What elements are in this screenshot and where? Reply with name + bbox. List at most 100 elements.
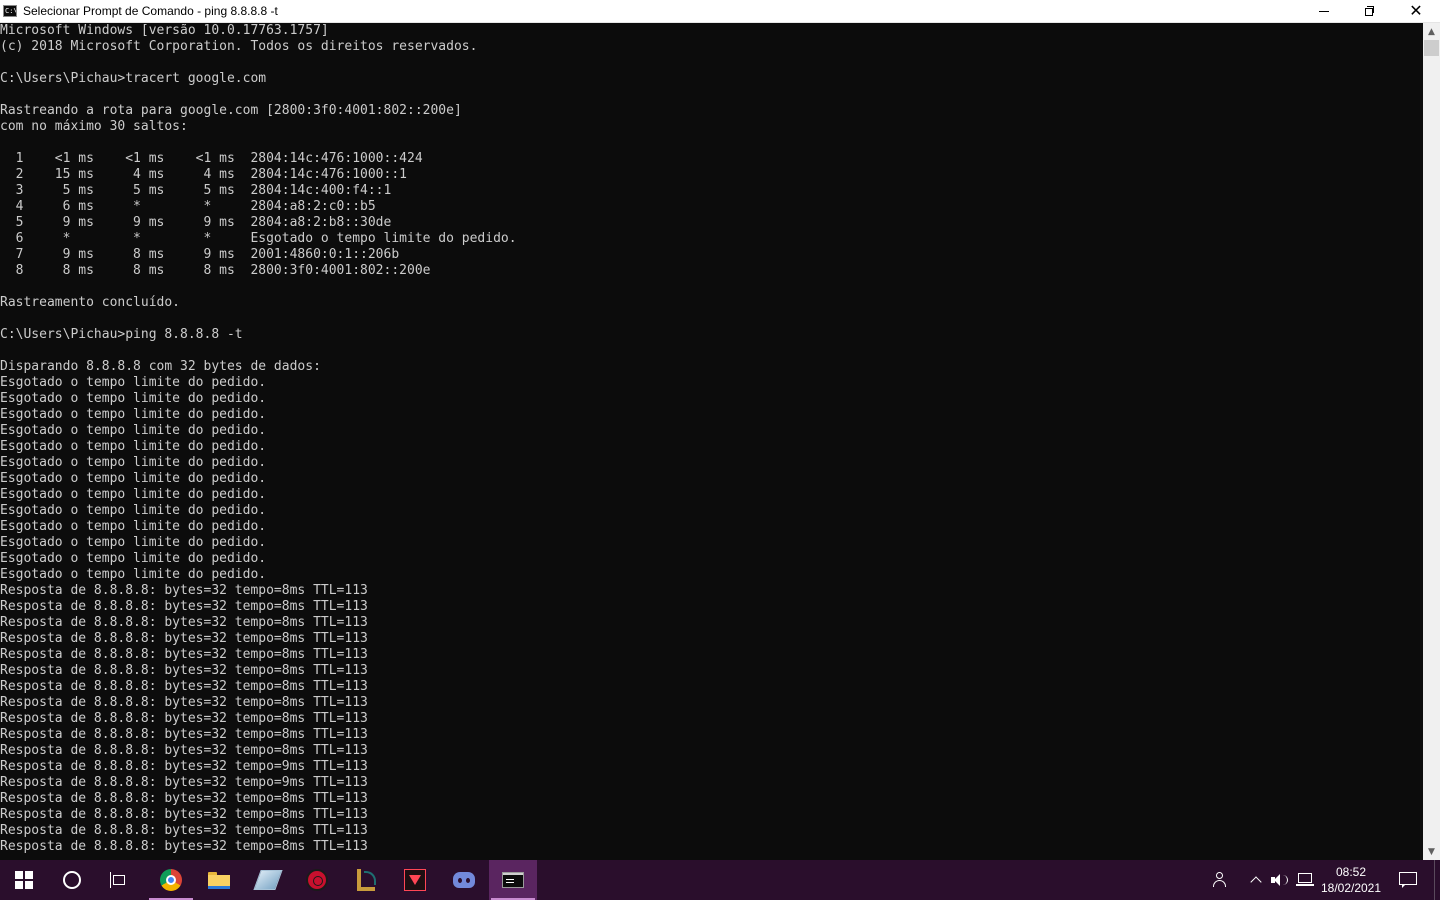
title-bar[interactable]: C:\ Selecionar Prompt de Comando - ping … bbox=[0, 0, 1440, 23]
restore-button[interactable] bbox=[1347, 0, 1393, 22]
console-line: Esgotado o tempo limite do pedido. bbox=[0, 391, 267, 406]
console-line: Esgotado o tempo limite do pedido. bbox=[0, 455, 267, 470]
folder-icon bbox=[208, 871, 230, 889]
console-line: Resposta de 8.8.8.8: bytes=32 tempo=8ms … bbox=[0, 615, 368, 630]
search-icon bbox=[63, 871, 81, 889]
console-line: Esgotado o tempo limite do pedido. bbox=[0, 423, 267, 438]
windows-logo-icon bbox=[15, 871, 33, 889]
console-line: 2 15 ms 4 ms 4 ms 2804:14c:476:1000::1 bbox=[0, 167, 407, 182]
console-line: Resposta de 8.8.8.8: bytes=32 tempo=8ms … bbox=[0, 791, 368, 806]
cmd-icon[interactable]: C:\ bbox=[3, 5, 17, 17]
console-line: C:\Users\Pichau>tracert google.com bbox=[0, 71, 267, 86]
console-line: Resposta de 8.8.8.8: bytes=32 tempo=8ms … bbox=[0, 663, 368, 678]
console-line: Esgotado o tempo limite do pedido. bbox=[0, 471, 267, 486]
console-line: Resposta de 8.8.8.8: bytes=32 tempo=8ms … bbox=[0, 647, 368, 662]
clock[interactable]: 08:52 18/02/2021 bbox=[1318, 860, 1384, 900]
console-line: Esgotado o tempo limite do pedido. bbox=[0, 567, 267, 582]
search-button[interactable] bbox=[48, 860, 96, 900]
console-line: Resposta de 8.8.8.8: bytes=32 tempo=8ms … bbox=[0, 583, 368, 598]
console-line: Resposta de 8.8.8.8: bytes=32 tempo=8ms … bbox=[0, 823, 368, 838]
taskbar-valorant[interactable] bbox=[391, 860, 439, 900]
chevron-up-icon bbox=[1251, 875, 1261, 885]
action-center-button[interactable] bbox=[1392, 860, 1424, 900]
console-line: Esgotado o tempo limite do pedido. bbox=[0, 487, 267, 502]
console-line: Esgotado o tempo limite do pedido. bbox=[0, 439, 267, 454]
scroll-down-arrow-icon[interactable]: ▼ bbox=[1423, 843, 1440, 860]
taskbar-chrome[interactable] bbox=[147, 860, 195, 900]
vertical-scrollbar[interactable]: ▲ ▼ bbox=[1423, 23, 1440, 860]
console-line: Microsoft Windows [versão 10.0.17763.175… bbox=[0, 23, 329, 38]
console-line: 7 9 ms 8 ms 9 ms 2001:4860:0:1::206b bbox=[0, 247, 400, 262]
show-hidden-icons-button[interactable] bbox=[1244, 860, 1268, 900]
console-line: Rastreando a rota para google.com [2800:… bbox=[0, 103, 462, 118]
task-view-button[interactable] bbox=[96, 860, 144, 900]
volume-button[interactable] bbox=[1268, 860, 1292, 900]
console-line: Resposta de 8.8.8.8: bytes=32 tempo=8ms … bbox=[0, 743, 368, 758]
discord-icon bbox=[453, 872, 475, 888]
task-view-icon bbox=[110, 872, 130, 888]
console-line: Disparando 8.8.8.8 com 32 bytes de dados… bbox=[0, 359, 321, 374]
console-line: Resposta de 8.8.8.8: bytes=32 tempo=8ms … bbox=[0, 711, 368, 726]
console-line: Resposta de 8.8.8.8: bytes=32 tempo=9ms … bbox=[0, 775, 368, 790]
console-line: 1 <1 ms <1 ms <1 ms 2804:14c:476:1000::4… bbox=[0, 151, 423, 166]
valorant-icon bbox=[404, 869, 426, 891]
clock-date: 18/02/2021 bbox=[1320, 881, 1382, 895]
console-line: 3 5 ms 5 ms 5 ms 2804:14c:400:f4::1 bbox=[0, 183, 392, 198]
console-line: Esgotado o tempo limite do pedido. bbox=[0, 535, 267, 550]
chrome-icon bbox=[160, 869, 182, 891]
console-line: Resposta de 8.8.8.8: bytes=32 tempo=8ms … bbox=[0, 679, 368, 694]
show-desktop-button[interactable] bbox=[1434, 860, 1440, 900]
console-line: Resposta de 8.8.8.8: bytes=32 tempo=9ms … bbox=[0, 759, 368, 774]
console-line: C:\Users\Pichau>ping 8.8.8.8 -t bbox=[0, 327, 243, 342]
taskbar-red-app[interactable] bbox=[293, 860, 341, 900]
taskbar-command-prompt[interactable] bbox=[489, 860, 537, 900]
console-text: Microsoft Windows [versão 10.0.17763.175… bbox=[0, 23, 517, 855]
scrollbar-thumb[interactable] bbox=[1424, 40, 1439, 56]
console-line: 8 8 ms 8 ms 8 ms 2800:3f0:4001:802::200e bbox=[0, 263, 431, 278]
clock-time: 08:52 bbox=[1335, 865, 1367, 879]
console-line: Esgotado o tempo limite do pedido. bbox=[0, 551, 267, 566]
scroll-up-arrow-icon[interactable]: ▲ bbox=[1423, 23, 1440, 40]
console-line: Rastreamento concluído. bbox=[0, 295, 181, 310]
cmd-icon bbox=[502, 872, 524, 888]
console-line: Esgotado o tempo limite do pedido. bbox=[0, 407, 267, 422]
close-button[interactable]: ✕ bbox=[1393, 0, 1439, 22]
start-button[interactable] bbox=[0, 860, 48, 900]
taskbar-discord[interactable] bbox=[440, 860, 488, 900]
network-icon bbox=[1296, 873, 1314, 887]
console-line: Resposta de 8.8.8.8: bytes=32 tempo=8ms … bbox=[0, 839, 368, 854]
people-button[interactable] bbox=[1206, 860, 1236, 900]
console-line: Esgotado o tempo limite do pedido. bbox=[0, 375, 267, 390]
cmd-window: C:\ Selecionar Prompt de Comando - ping … bbox=[0, 0, 1440, 860]
console-line: Esgotado o tempo limite do pedido. bbox=[0, 519, 267, 534]
close-icon: ✕ bbox=[1409, 1, 1423, 20]
people-icon bbox=[1213, 872, 1229, 888]
network-button[interactable] bbox=[1292, 860, 1318, 900]
console-line: 5 9 ms 9 ms 9 ms 2804:a8:2:b8::30de bbox=[0, 215, 392, 230]
minimize-button[interactable] bbox=[1301, 0, 1347, 22]
console-line: Esgotado o tempo limite do pedido. bbox=[0, 503, 267, 518]
taskbar-file-explorer[interactable] bbox=[195, 860, 243, 900]
volume-icon bbox=[1271, 873, 1289, 887]
console-line: Resposta de 8.8.8.8: bytes=32 tempo=8ms … bbox=[0, 727, 368, 742]
minimize-icon bbox=[1319, 10, 1329, 12]
restore-icon bbox=[1365, 6, 1375, 16]
eraser-icon bbox=[253, 870, 283, 890]
console-output[interactable]: Microsoft Windows [versão 10.0.17763.175… bbox=[0, 23, 1423, 860]
taskbar-eraser-app[interactable] bbox=[244, 860, 292, 900]
console-line: Resposta de 8.8.8.8: bytes=32 tempo=8ms … bbox=[0, 599, 368, 614]
league-of-legends-icon bbox=[357, 869, 376, 891]
console-line: Resposta de 8.8.8.8: bytes=32 tempo=8ms … bbox=[0, 695, 368, 710]
console-line: com no máximo 30 saltos: bbox=[0, 119, 188, 134]
taskbar-league-of-legends[interactable] bbox=[342, 860, 390, 900]
console-line: 6 * * * Esgotado o tempo limite do pedid… bbox=[0, 231, 517, 246]
console-line: Resposta de 8.8.8.8: bytes=32 tempo=8ms … bbox=[0, 807, 368, 822]
window-title: Selecionar Prompt de Comando - ping 8.8.… bbox=[23, 4, 278, 18]
console-line: Resposta de 8.8.8.8: bytes=32 tempo=8ms … bbox=[0, 631, 368, 646]
notification-icon bbox=[1399, 872, 1417, 888]
